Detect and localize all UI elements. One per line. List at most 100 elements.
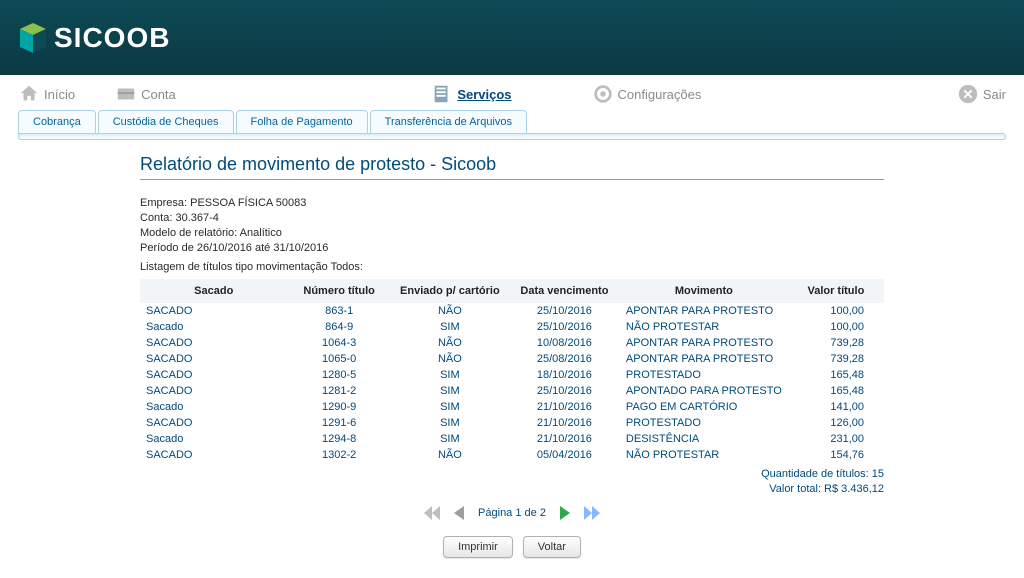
meta-modelo: Modelo de relatório: Analítico bbox=[140, 226, 884, 241]
tab-custodia[interactable]: Custódia de Cheques bbox=[98, 110, 234, 134]
tab-cobranca[interactable]: Cobrança bbox=[18, 110, 96, 134]
account-icon bbox=[115, 83, 137, 105]
cell-vencimento: 05/04/2016 bbox=[509, 447, 620, 463]
cell-movimento: APONTAR PARA PROTESTO bbox=[620, 351, 788, 367]
nav-conta-label: Conta bbox=[141, 87, 176, 102]
cell-valor: 165,48 bbox=[788, 367, 884, 383]
pager-next-icon[interactable] bbox=[554, 504, 574, 522]
cell-sacado: SACADO bbox=[140, 335, 287, 351]
brand-mark-icon bbox=[18, 23, 48, 53]
cell-valor: 100,00 bbox=[788, 303, 884, 319]
cell-valor: 165,48 bbox=[788, 383, 884, 399]
table-row: SACADO1280-5SIM18/10/2016PROTESTADO165,4… bbox=[140, 367, 884, 383]
cell-enviado: NÃO bbox=[391, 335, 509, 351]
nav-inicio[interactable]: Início bbox=[18, 83, 75, 105]
table-row: SACADO1302-2NÃO05/04/2016NÃO PROTESTAR15… bbox=[140, 447, 884, 463]
table-row: Sacado1290-9SIM21/10/2016PAGO EM CARTÓRI… bbox=[140, 399, 884, 415]
cell-sacado: SACADO bbox=[140, 415, 287, 431]
cell-vencimento: 18/10/2016 bbox=[509, 367, 620, 383]
nav-servicos[interactable]: Serviços bbox=[431, 83, 511, 105]
app-header: SICOOB bbox=[0, 0, 1024, 75]
cell-vencimento: 21/10/2016 bbox=[509, 415, 620, 431]
cell-valor: 231,00 bbox=[788, 431, 884, 447]
report-content: Relatório de movimento de protesto - Sic… bbox=[0, 140, 1024, 578]
report-meta: Empresa: PESSOA FÍSICA 50083 Conta: 30.3… bbox=[140, 196, 884, 255]
pager-prev-icon[interactable] bbox=[450, 504, 470, 522]
table-row: Sacado864-9SIM25/10/2016NÃO PROTESTAR100… bbox=[140, 319, 884, 335]
cell-movimento: PAGO EM CARTÓRIO bbox=[620, 399, 788, 415]
cell-sacado: Sacado bbox=[140, 399, 287, 415]
cell-movimento: NÃO PROTESTAR bbox=[620, 447, 788, 463]
sub-tabs: Cobrança Custódia de Cheques Folha de Pa… bbox=[0, 109, 1024, 133]
tab-folha[interactable]: Folha de Pagamento bbox=[236, 110, 368, 134]
cell-sacado: SACADO bbox=[140, 447, 287, 463]
table-row: Sacado1294-8SIM21/10/2016DESISTÊNCIA231,… bbox=[140, 431, 884, 447]
table-row: SACADO1065-0NÃO25/08/2016APONTAR PARA PR… bbox=[140, 351, 884, 367]
cell-numero: 1065-0 bbox=[287, 351, 390, 367]
cell-sacado: SACADO bbox=[140, 383, 287, 399]
cell-movimento: APONTAR PARA PROTESTO bbox=[620, 335, 788, 351]
cell-enviado: SIM bbox=[391, 431, 509, 447]
brand-name: SICOOB bbox=[54, 22, 170, 54]
col-numero: Número título bbox=[287, 279, 390, 303]
main-nav: Início Conta Serviços Configurações Sair bbox=[0, 75, 1024, 109]
report-summary: Quantidade de títulos: 15 Valor total: R… bbox=[140, 467, 884, 496]
cell-numero: 1294-8 bbox=[287, 431, 390, 447]
summary-valor-total: Valor total: R$ 3.436,12 bbox=[140, 482, 884, 496]
cell-sacado: Sacado bbox=[140, 319, 287, 335]
cell-enviado: SIM bbox=[391, 367, 509, 383]
cell-valor: 100,00 bbox=[788, 319, 884, 335]
meta-empresa: Empresa: PESSOA FÍSICA 50083 bbox=[140, 196, 884, 211]
cell-vencimento: 25/10/2016 bbox=[509, 383, 620, 399]
cell-vencimento: 25/10/2016 bbox=[509, 303, 620, 319]
cell-numero: 1290-9 bbox=[287, 399, 390, 415]
table-row: SACADO1064-3NÃO10/08/2016APONTAR PARA PR… bbox=[140, 335, 884, 351]
col-enviado: Enviado p/ cartório bbox=[391, 279, 509, 303]
nav-configuracoes-label: Configurações bbox=[618, 87, 702, 102]
cell-movimento: DESISTÊNCIA bbox=[620, 431, 788, 447]
nav-configuracoes[interactable]: Configurações bbox=[592, 83, 702, 105]
cell-valor: 739,28 bbox=[788, 351, 884, 367]
cell-sacado: SACADO bbox=[140, 351, 287, 367]
cell-vencimento: 21/10/2016 bbox=[509, 431, 620, 447]
tab-transferencia[interactable]: Transferência de Arquivos bbox=[370, 110, 527, 134]
cell-numero: 864-9 bbox=[287, 319, 390, 335]
cell-numero: 863-1 bbox=[287, 303, 390, 319]
cell-enviado: SIM bbox=[391, 383, 509, 399]
cell-enviado: NÃO bbox=[391, 447, 509, 463]
tab-divider bbox=[18, 133, 1006, 140]
col-sacado: Sacado bbox=[140, 279, 287, 303]
cell-numero: 1281-2 bbox=[287, 383, 390, 399]
meta-periodo: Período de 26/10/2016 até 31/10/2016 bbox=[140, 241, 884, 256]
page-title: Relatório de movimento de protesto - Sic… bbox=[140, 154, 884, 180]
table-header-row: Sacado Número título Enviado p/ cartório… bbox=[140, 279, 884, 303]
listagem-label: Listagem de títulos tipo movimentação To… bbox=[140, 261, 884, 273]
col-valor: Valor título bbox=[788, 279, 884, 303]
services-icon bbox=[431, 83, 453, 105]
cell-enviado: SIM bbox=[391, 415, 509, 431]
cell-sacado: SACADO bbox=[140, 303, 287, 319]
cell-enviado: SIM bbox=[391, 319, 509, 335]
cell-numero: 1280-5 bbox=[287, 367, 390, 383]
print-button[interactable]: Imprimir bbox=[443, 536, 513, 558]
home-icon bbox=[18, 83, 40, 105]
nav-conta[interactable]: Conta bbox=[115, 83, 176, 105]
cell-vencimento: 25/08/2016 bbox=[509, 351, 620, 367]
cell-movimento: NÃO PROTESTAR bbox=[620, 319, 788, 335]
col-movimento: Movimento bbox=[620, 279, 788, 303]
action-buttons: Imprimir Voltar bbox=[140, 536, 884, 558]
cell-valor: 141,00 bbox=[788, 399, 884, 415]
cell-enviado: SIM bbox=[391, 399, 509, 415]
col-vencimento: Data vencimento bbox=[509, 279, 620, 303]
cell-vencimento: 10/08/2016 bbox=[509, 335, 620, 351]
nav-sair[interactable]: Sair bbox=[957, 83, 1006, 105]
nav-sair-label: Sair bbox=[983, 87, 1006, 102]
back-button[interactable]: Voltar bbox=[523, 536, 581, 558]
report-table: Sacado Número título Enviado p/ cartório… bbox=[140, 279, 884, 463]
table-row: SACADO1291-6SIM21/10/2016PROTESTADO126,0… bbox=[140, 415, 884, 431]
cell-movimento: APONTADO PARA PROTESTO bbox=[620, 383, 788, 399]
exit-icon bbox=[957, 83, 979, 105]
pager-first-icon[interactable] bbox=[422, 504, 442, 522]
pager-last-icon[interactable] bbox=[582, 504, 602, 522]
cell-numero: 1291-6 bbox=[287, 415, 390, 431]
